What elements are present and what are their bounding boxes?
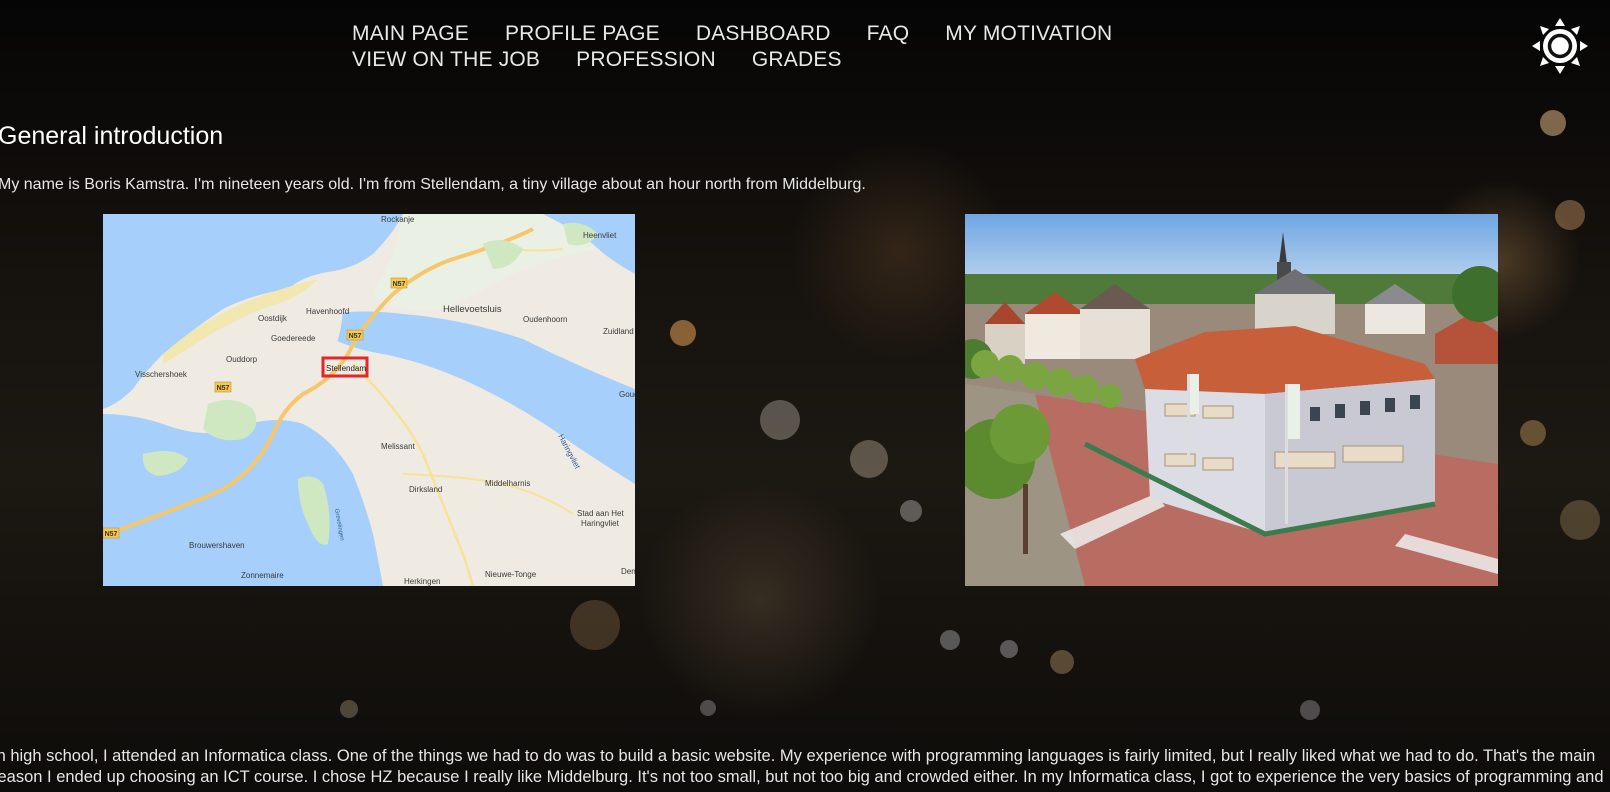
map-place-label: Oostdijk — [258, 314, 288, 323]
nav-link-faq[interactable]: FAQ — [867, 22, 910, 46]
map-road-label: N57 — [217, 385, 230, 392]
map-road-label: N57 — [349, 333, 362, 340]
intro-text: My name is Boris Kamstra. I'm nineteen y… — [0, 176, 866, 193]
nav-link-profile-page[interactable]: PROFILE PAGE — [505, 22, 660, 46]
main-nav: MAIN PAGE PROFILE PAGE DASHBOARD FAQ MY … — [352, 22, 1282, 72]
nav-link-view-on-the-job[interactable]: VIEW ON THE JOB — [352, 48, 540, 72]
bokeh-light — [760, 400, 800, 440]
bokeh-light — [1540, 110, 1566, 136]
map-place-label: Havenhoofd — [306, 307, 349, 316]
map-place-label: Melissant — [381, 442, 416, 451]
map-place-label: Stad aan Het — [577, 509, 624, 518]
sun-icon — [1532, 18, 1588, 74]
body-paragraph-line: In high school, I attended an Informatic… — [0, 747, 1596, 765]
bokeh-light — [1000, 640, 1018, 658]
bokeh-light — [1300, 700, 1320, 720]
map-place-label: Den — [621, 567, 635, 576]
map-place-label: Goedereede — [271, 334, 316, 343]
bokeh-light — [1560, 500, 1600, 540]
map-place-label: Rockanje — [381, 215, 415, 224]
section-heading: General introduction — [0, 122, 224, 150]
map-graphic: N57 N57 N57 N57 Rockanje Heenvliet Helle… — [103, 214, 635, 586]
page: MAIN PAGE PROFILE PAGE DASHBOARD FAQ MY … — [0, 0, 1610, 792]
village-photo-graphic — [965, 214, 1498, 586]
bokeh-light — [940, 630, 960, 650]
body-paragraph: In high school, I attended an Informatic… — [0, 746, 1610, 792]
map-place-label: Middelharnis — [485, 479, 530, 488]
bokeh-light — [700, 700, 716, 716]
map-place-label: Heenvliet — [583, 231, 617, 240]
map-place-label: Hellevoetsluis — [443, 304, 502, 315]
nav-link-grades[interactable]: GRADES — [752, 48, 842, 72]
body-paragraph-line: reason I ended up choosing an ICT course… — [0, 768, 1604, 786]
bokeh-light — [1520, 420, 1546, 446]
map-place-label-highlighted: Stellendam — [326, 364, 366, 373]
bokeh-light — [1050, 650, 1074, 674]
map-place-label: Zonnemaire — [241, 571, 284, 580]
village-photo — [965, 214, 1498, 586]
map-place-label: Herkingen — [404, 577, 440, 586]
nav-link-main-page[interactable]: MAIN PAGE — [352, 22, 469, 46]
map-place-label: Visschershoek — [135, 370, 188, 379]
map-place-label: Haringvliet — [581, 519, 620, 528]
bokeh-light — [1555, 200, 1585, 230]
map-place-label: Oudenhoorn — [523, 315, 567, 324]
map-road-label: N57 — [393, 281, 406, 288]
map-road-label: N57 — [105, 531, 118, 538]
bokeh-light — [850, 440, 888, 478]
bokeh-light — [670, 320, 696, 346]
nav-link-dashboard[interactable]: DASHBOARD — [696, 22, 831, 46]
map-place-label: Brouwershaven — [189, 541, 245, 550]
bokeh-light — [900, 500, 922, 522]
map-image: N57 N57 N57 N57 Rockanje Heenvliet Helle… — [103, 214, 635, 586]
bokeh-light — [340, 700, 358, 718]
map-place-label: Ouddorp — [226, 355, 258, 364]
bokeh-light — [570, 600, 620, 650]
map-place-label: Dirksland — [409, 485, 442, 494]
map-place-label: Zuidland — [603, 327, 634, 336]
map-place-label: Goud — [619, 390, 635, 399]
map-place-label: Nieuwe-Tonge — [485, 570, 537, 579]
nav-link-my-motivation[interactable]: MY MOTIVATION — [945, 22, 1112, 46]
nav-link-profession[interactable]: PROFESSION — [576, 48, 716, 72]
theme-toggle-button[interactable] — [1532, 18, 1588, 74]
